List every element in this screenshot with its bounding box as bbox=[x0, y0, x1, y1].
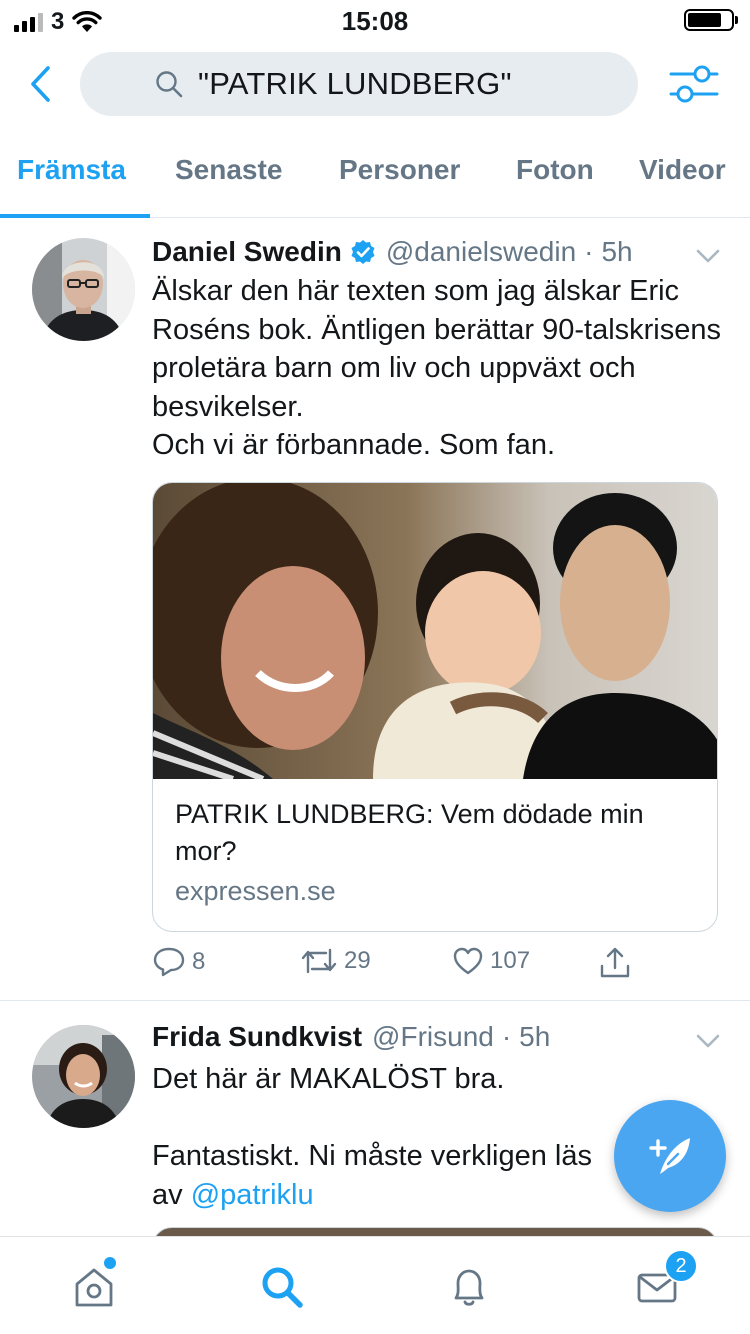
tab-notifications[interactable] bbox=[439, 1259, 499, 1315]
search-header: "PATRIK LUNDBERG" bbox=[0, 50, 750, 118]
tweet-text: Älskar den här texten som jag älskar Eri… bbox=[152, 275, 722, 461]
back-button[interactable] bbox=[20, 62, 60, 106]
link-card-partial[interactable] bbox=[152, 1227, 718, 1236]
tab-latest[interactable]: Senaste bbox=[175, 154, 282, 186]
search-input[interactable]: "PATRIK LUNDBERG" bbox=[80, 52, 638, 116]
signal-icon bbox=[14, 12, 43, 32]
search-icon bbox=[262, 1267, 303, 1308]
tweet-header: Frida Sundkvist @Frisund · 5h bbox=[152, 1021, 550, 1053]
tab-photos[interactable]: Foton bbox=[516, 154, 594, 186]
like-button[interactable]: 107 bbox=[452, 946, 530, 976]
status-left: 3 bbox=[14, 8, 103, 36]
card-title: PATRIK LUNDBERG: Vem dödade min mor? bbox=[175, 799, 644, 866]
tweet[interactable]: Daniel Swedin @danielswedin · 5h Älskar … bbox=[0, 218, 750, 1000]
search-filter-button[interactable] bbox=[668, 62, 720, 106]
home-icon bbox=[75, 1268, 113, 1307]
sliders-icon bbox=[669, 65, 719, 103]
carrier-label: 3 bbox=[51, 8, 65, 35]
status-bar: 3 15:08 bbox=[0, 0, 750, 40]
bell-icon bbox=[454, 1269, 484, 1306]
home-new-indicator bbox=[104, 1257, 116, 1269]
retweet-button[interactable]: 29 bbox=[300, 946, 371, 976]
bottom-tab-bar: 2 bbox=[0, 1236, 750, 1334]
author-name[interactable]: Frida Sundkvist bbox=[152, 1021, 362, 1053]
tab-home[interactable] bbox=[64, 1259, 124, 1315]
compose-tweet-button[interactable] bbox=[614, 1100, 726, 1212]
tweet-header: Daniel Swedin @danielswedin · 5h bbox=[152, 236, 633, 268]
share-icon bbox=[600, 947, 630, 978]
author-name[interactable]: Daniel Swedin bbox=[152, 236, 342, 268]
like-count: 107 bbox=[490, 947, 531, 974]
tweet-actions: 8 29 107 bbox=[152, 946, 722, 986]
card-domain: expressen.se bbox=[175, 876, 336, 906]
clock: 15:08 bbox=[341, 6, 409, 36]
chevron-down-icon[interactable] bbox=[694, 246, 722, 266]
wifi-icon bbox=[72, 11, 103, 32]
tab-videos[interactable]: Videor bbox=[639, 154, 726, 186]
reply-icon bbox=[153, 947, 185, 977]
mention-link[interactable]: @patriklu bbox=[191, 1179, 314, 1211]
search-icon bbox=[156, 71, 183, 98]
tab-people[interactable]: Personer bbox=[339, 154, 460, 186]
heart-icon bbox=[453, 947, 483, 975]
separator-dot: · bbox=[501, 1021, 512, 1052]
author-handle[interactable]: @danielswedin bbox=[386, 236, 576, 268]
reply-button[interactable]: 8 bbox=[152, 946, 205, 978]
link-card[interactable]: PATRIK LUNDBERG: Vem dödade min mor? exp… bbox=[152, 482, 718, 932]
tweet-text-main: Det här är MAKALÖST bra. Fantastiskt. Ni… bbox=[152, 1063, 592, 1172]
tab-search[interactable] bbox=[252, 1259, 312, 1315]
chevron-left-icon bbox=[31, 66, 50, 102]
search-tabs: Främsta Senaste Personer Foton Videor bbox=[0, 140, 750, 218]
tweet-time: 5h bbox=[601, 236, 633, 267]
tab-top[interactable]: Främsta bbox=[17, 154, 126, 186]
reply-count: 8 bbox=[192, 948, 206, 975]
avatar[interactable] bbox=[32, 238, 135, 341]
retweet-icon bbox=[301, 948, 337, 974]
retweet-count: 29 bbox=[344, 947, 371, 974]
tweet-time: 5h bbox=[519, 1021, 551, 1052]
messages-badge: 2 bbox=[664, 1249, 698, 1283]
compose-feather-icon bbox=[649, 1138, 690, 1174]
separator-dot: · bbox=[584, 236, 594, 267]
search-query: "PATRIK LUNDBERG" bbox=[198, 66, 512, 101]
verified-badge-icon bbox=[351, 240, 375, 264]
chevron-down-icon[interactable] bbox=[694, 1031, 722, 1051]
battery-icon bbox=[684, 9, 738, 31]
author-handle[interactable]: @Frisund bbox=[372, 1021, 494, 1053]
avatar[interactable] bbox=[32, 1025, 135, 1128]
tweet-text-end: av bbox=[152, 1178, 191, 1211]
share-button[interactable] bbox=[598, 946, 632, 980]
article-image bbox=[153, 483, 717, 779]
